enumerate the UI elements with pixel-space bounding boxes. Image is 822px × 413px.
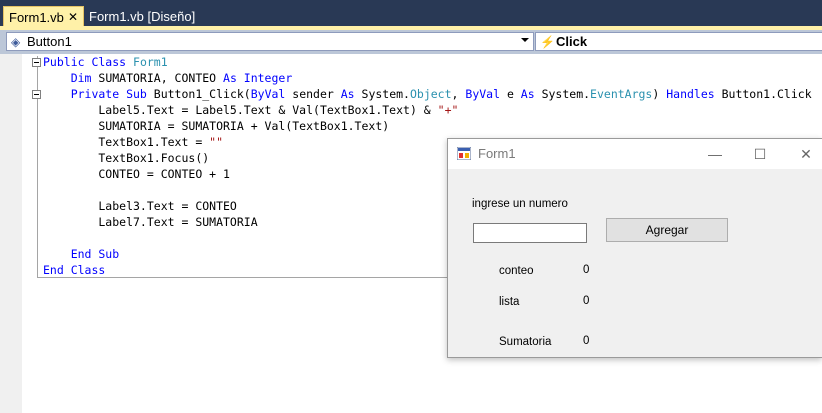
code-token: As <box>520 87 535 101</box>
sumatoria-value: 0 <box>583 335 590 347</box>
tab-label: Form1.vb [Diseño] <box>89 9 196 24</box>
code-token: End Class <box>43 263 106 277</box>
form1-window: Form1 — ☐ ✕ ingrese un numero Agregar co… <box>447 138 822 358</box>
object-selector-value: Button1 <box>27 34 72 49</box>
navigation-bar: ◈ Button1 ⚡ Click <box>0 30 822 54</box>
code-token: Label3.Text = CONTEO <box>43 199 237 213</box>
number-input[interactable] <box>473 223 587 243</box>
code-line[interactable]: SUMATORIA = SUMATORIA + Val(TextBox1.Tex… <box>43 118 389 134</box>
form-title: Form1 <box>478 146 516 161</box>
lista-value: 0 <box>583 295 590 307</box>
event-selector-dropdown[interactable]: ⚡ Click <box>535 32 822 51</box>
code-token: As <box>340 87 355 101</box>
code-token: , <box>451 87 466 101</box>
add-button[interactable]: Agregar <box>606 218 728 242</box>
code-line[interactable]: Private Sub Button1_Click(ByVal sender A… <box>43 86 812 102</box>
lista-label: lista <box>499 296 520 308</box>
conteo-value: 0 <box>583 264 590 276</box>
code-token: TextBox1.Text = <box>43 135 210 149</box>
code-line[interactable]: CONTEO = CONTEO + 1 <box>43 166 230 182</box>
tab-form1-design[interactable]: Form1.vb [Diseño] <box>86 6 196 27</box>
event-selector-value: Click <box>556 34 588 49</box>
code-line[interactable]: TextBox1.Focus() <box>43 150 209 166</box>
close-icon[interactable]: ✕ <box>68 7 78 28</box>
close-button[interactable]: ✕ <box>791 143 821 165</box>
collapse-sub-icon[interactable] <box>32 90 41 99</box>
code-token: SUMATORIA, CONTEO <box>98 71 224 85</box>
code-line[interactable]: Label7.Text = SUMATORIA <box>43 214 258 230</box>
code-token: CONTEO = CONTEO + 1 <box>43 167 230 181</box>
button-control-icon: ◈ <box>11 35 21 49</box>
code-token: Public Class <box>43 55 134 69</box>
code-line[interactable]: End Class <box>43 262 105 278</box>
code-token: Button1_Click( <box>153 87 251 101</box>
code-token: Handles <box>666 87 715 101</box>
code-token: sender <box>285 87 341 101</box>
form-titlebar[interactable]: Form1 — ☐ ✕ <box>448 139 822 169</box>
code-token: e <box>500 87 521 101</box>
code-token: "+" <box>437 103 459 117</box>
sumatoria-label: Sumatoria <box>499 336 552 348</box>
object-selector-dropdown[interactable]: ◈ Button1 <box>6 32 534 51</box>
code-token: Private Sub <box>43 87 154 101</box>
code-line[interactable]: End Sub <box>43 246 119 262</box>
collapse-class-icon[interactable] <box>32 58 41 67</box>
code-line[interactable]: Label3.Text = CONTEO <box>43 198 237 214</box>
code-token: End Sub <box>43 247 120 261</box>
conteo-label: conteo <box>499 265 534 277</box>
prompt-label: ingrese un numero <box>472 198 568 210</box>
code-token: As Integer <box>223 71 293 85</box>
code-token: Object <box>409 87 452 101</box>
code-token: Label5.Text = Label5.Text & Val(TextBox1… <box>43 103 438 117</box>
code-token: SUMATORIA = SUMATORIA + Val(TextBox1.Tex… <box>43 119 390 133</box>
tab-form1-vb[interactable]: Form1.vb ✕ <box>3 6 84 27</box>
chevron-down-icon[interactable] <box>521 38 529 42</box>
code-token: EventArgs <box>590 87 653 101</box>
minimize-button[interactable]: — <box>700 143 730 165</box>
code-token: ) <box>652 87 667 101</box>
code-token: Dim <box>43 71 99 85</box>
code-token: Label7.Text = SUMATORIA <box>43 215 258 229</box>
code-token: System. <box>354 87 410 101</box>
lightning-event-icon: ⚡ <box>540 35 555 49</box>
document-tab-strip: Form1.vb ✕ Form1.vb [Diseño] <box>0 0 822 27</box>
code-token: Form1 <box>133 55 168 69</box>
code-line[interactable]: Dim SUMATORIA, CONTEO As Integer <box>43 70 293 86</box>
code-token: System. <box>534 87 591 101</box>
code-line[interactable]: Public Class Form1 <box>43 54 168 70</box>
form-app-icon <box>457 147 471 160</box>
editor-gutter <box>0 54 22 413</box>
tab-label: Form1.vb <box>9 10 64 25</box>
code-token: ByVal <box>465 87 501 101</box>
code-line[interactable]: Label5.Text = Label5.Text & Val(TextBox1… <box>43 102 458 118</box>
code-token: Button1.Click <box>714 87 812 101</box>
code-token: ByVal <box>250 87 286 101</box>
code-line[interactable]: TextBox1.Text = "" <box>43 134 223 150</box>
code-token: "" <box>209 135 224 149</box>
code-token: TextBox1.Focus() <box>43 151 210 165</box>
maximize-button[interactable]: ☐ <box>745 143 775 165</box>
